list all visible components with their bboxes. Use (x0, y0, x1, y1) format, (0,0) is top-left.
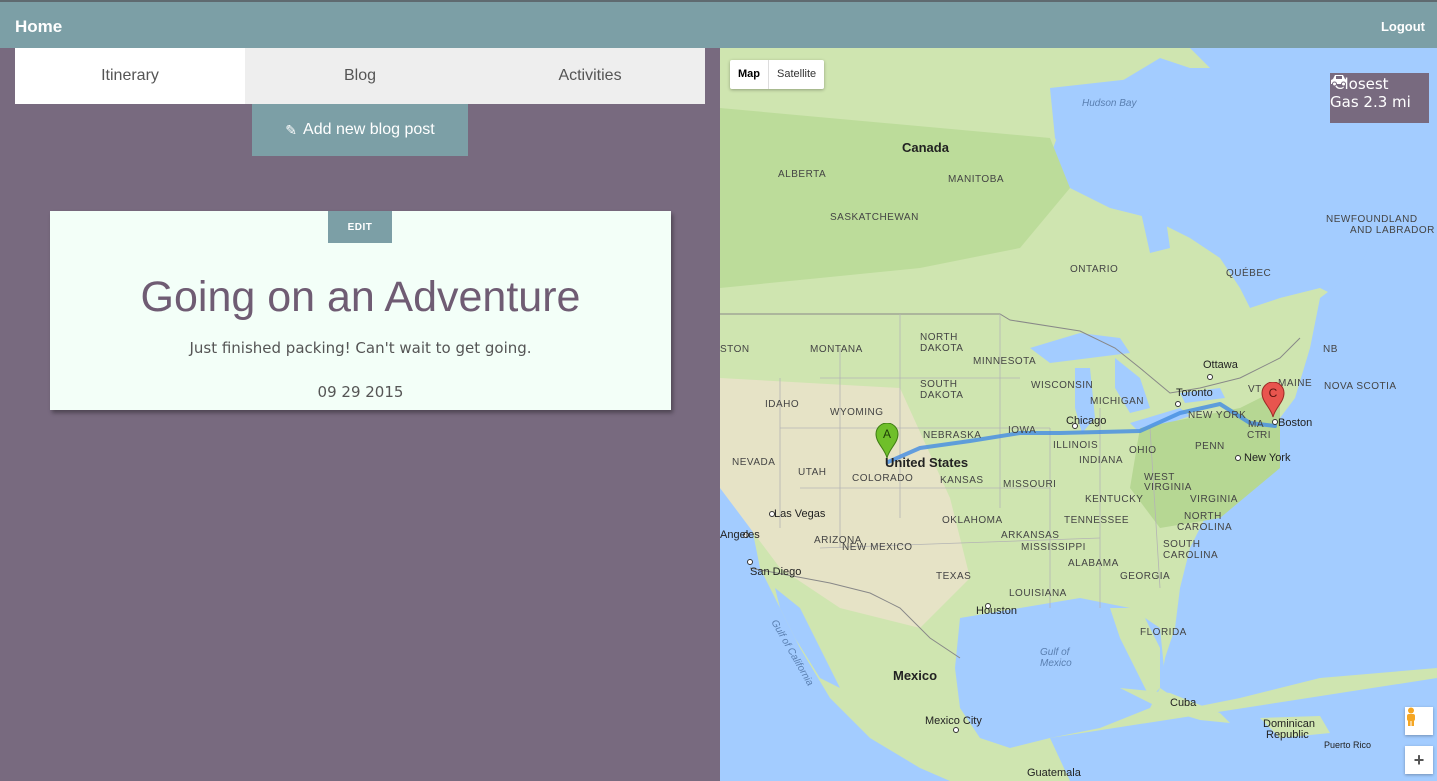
label-south-2: SOUTH (1163, 539, 1201, 550)
route-start-marker[interactable]: A (875, 423, 899, 459)
label-florida: FLORIDA (1140, 627, 1187, 638)
label-nebraska: NEBRASKA (923, 430, 982, 441)
label-colorado: COLORADO (852, 473, 914, 484)
label-dakota-2: DAKOTA (920, 390, 964, 401)
label-new-york-state: NEW YORK (1188, 410, 1247, 421)
label-nova-scotia: NOVA SCOTIA (1324, 381, 1397, 392)
label-alberta: ALBERTA (778, 169, 827, 180)
label-gulf-of: Gulf of (1040, 647, 1070, 658)
label-ontario: ONTARIO (1070, 264, 1119, 275)
label-hudson-bay: Hudson Bay (1082, 98, 1137, 109)
label-north: NORTH (920, 332, 958, 343)
label-indiana: INDIANA (1079, 455, 1124, 466)
label-new-york-city: New York (1244, 452, 1291, 464)
tab-bar: Itinerary Blog Activities (15, 48, 705, 104)
label-cuba: Cuba (1170, 697, 1197, 709)
label-mexico: Mexico (893, 668, 938, 683)
label-newfoundland: NEWFOUNDLAND (1326, 214, 1418, 225)
label-oklahoma: OKLAHOMA (942, 515, 1003, 526)
label-ston: STON (720, 344, 750, 355)
logout-link[interactable]: Logout (1381, 19, 1425, 34)
map-type-control: Map Satellite (730, 60, 825, 89)
zoom-in-button[interactable]: + (1405, 746, 1433, 774)
label-canada: Canada (902, 140, 949, 155)
label-carolina: CAROLINA (1177, 522, 1233, 533)
label-carolina-2: CAROLINA (1163, 550, 1219, 561)
label-ohio: OHIO (1129, 445, 1157, 456)
label-san-diego: San Diego (750, 566, 802, 578)
label-mexico-city: Mexico City (925, 715, 982, 727)
top-navbar: Home Logout (0, 0, 1437, 48)
label-wisconsin: WISCONSIN (1031, 380, 1094, 391)
label-wyoming: WYOMING (830, 407, 884, 418)
tab-blog[interactable]: Blog (245, 48, 475, 104)
label-utah: UTAH (798, 467, 827, 478)
label-boston: Boston (1278, 417, 1313, 429)
label-toronto: Toronto (1176, 387, 1213, 399)
post-date: 09 29 2015 (317, 383, 404, 401)
label-nevada: NEVADA (732, 457, 776, 468)
label-new-mexico: NEW MEXICO (842, 542, 913, 553)
label-kansas: KANSAS (940, 475, 984, 486)
label-penn: PENN (1195, 441, 1225, 452)
label-nb: NB (1323, 344, 1338, 355)
label-ri: RI (1260, 430, 1271, 441)
label-minnesota: MINNESOTA (973, 356, 1037, 367)
post-title: Going on an Adventure (140, 273, 581, 321)
label-illinois: ILLINOIS (1053, 440, 1099, 451)
label-quebec: QUÉBEC (1226, 268, 1272, 279)
label-vt: VT (1248, 384, 1262, 395)
map-view[interactable]: Hudson Bay Canada ALBERTA MANITOBA SASKA… (720, 48, 1437, 781)
label-texas: TEXAS (936, 571, 972, 582)
label-mississippi: MISSISSIPPI (1021, 542, 1086, 553)
label-montana: MONTANA (810, 344, 863, 355)
label-arkansas: ARKANSAS (1001, 530, 1060, 541)
label-guatemala: Guatemala (1027, 767, 1081, 779)
label-las-vegas: Las Vegas (774, 508, 826, 520)
left-panel: Itinerary Blog Activities ✎ Add new blog… (0, 48, 720, 781)
home-link[interactable]: Home (15, 17, 62, 37)
label-ma: MA (1248, 419, 1264, 430)
tab-activities[interactable]: Activities (475, 48, 705, 104)
closest-gas-line2: Gas 2.3 mi (1330, 93, 1411, 111)
add-blog-post-button[interactable]: ✎ Add new blog post (252, 104, 468, 156)
label-puerto-rico: Puerto Rico (1324, 740, 1372, 750)
add-blog-post-label: Add new blog post (303, 121, 435, 138)
post-body: Just finished packing! Can't wait to get… (189, 339, 532, 357)
label-georgia: GEORGIA (1120, 571, 1171, 582)
label-saskatchewan: SASKATCHEWAN (830, 212, 919, 223)
label-virginia-2: VIRGINIA (1190, 494, 1238, 505)
label-republic: Republic (1266, 729, 1309, 741)
marker-a-label: A (883, 427, 891, 441)
map-type-satellite-button[interactable]: Satellite (769, 60, 824, 89)
label-ottawa: Ottawa (1203, 359, 1238, 371)
label-virginia: VIRGINIA (1144, 482, 1192, 493)
marker-c-label: C (1269, 386, 1278, 400)
street-view-pegman-icon[interactable] (1405, 707, 1433, 735)
label-iowa: IOWA (1008, 425, 1037, 436)
label-chicago: Chicago (1066, 415, 1107, 427)
pencil-icon: ✎ (285, 121, 298, 138)
label-louisiana: LOUISIANA (1009, 588, 1067, 599)
label-and-labrador: AND LABRADOR (1350, 225, 1435, 236)
blog-post-card: EDIT Going on an Adventure Just finished… (50, 211, 671, 410)
map-type-map-button[interactable]: Map (730, 60, 769, 89)
label-south: SOUTH (920, 379, 958, 390)
edit-post-button[interactable]: EDIT (328, 211, 392, 243)
label-alabama: ALABAMA (1068, 558, 1119, 569)
label-manitoba: MANITOBA (948, 174, 1005, 185)
label-mexico-water: Mexico (1040, 658, 1072, 669)
label-kentucky: KENTUCKY (1085, 494, 1144, 505)
tab-itinerary[interactable]: Itinerary (15, 48, 245, 104)
label-dakota: DAKOTA (920, 343, 964, 354)
label-missouri: MISSOURI (1003, 479, 1057, 490)
label-north-2: NORTH (1184, 511, 1222, 522)
closest-gas-box[interactable]: Closest Gas 2.3 mi (1330, 73, 1429, 123)
label-idaho: IDAHO (765, 399, 800, 410)
label-tennessee: TENNESSEE (1064, 515, 1130, 526)
label-angeles: Angeles (720, 529, 760, 541)
label-michigan: MICHIGAN (1090, 396, 1144, 407)
route-end-marker[interactable]: C (1261, 382, 1285, 418)
label-houston: Houston (976, 605, 1017, 617)
